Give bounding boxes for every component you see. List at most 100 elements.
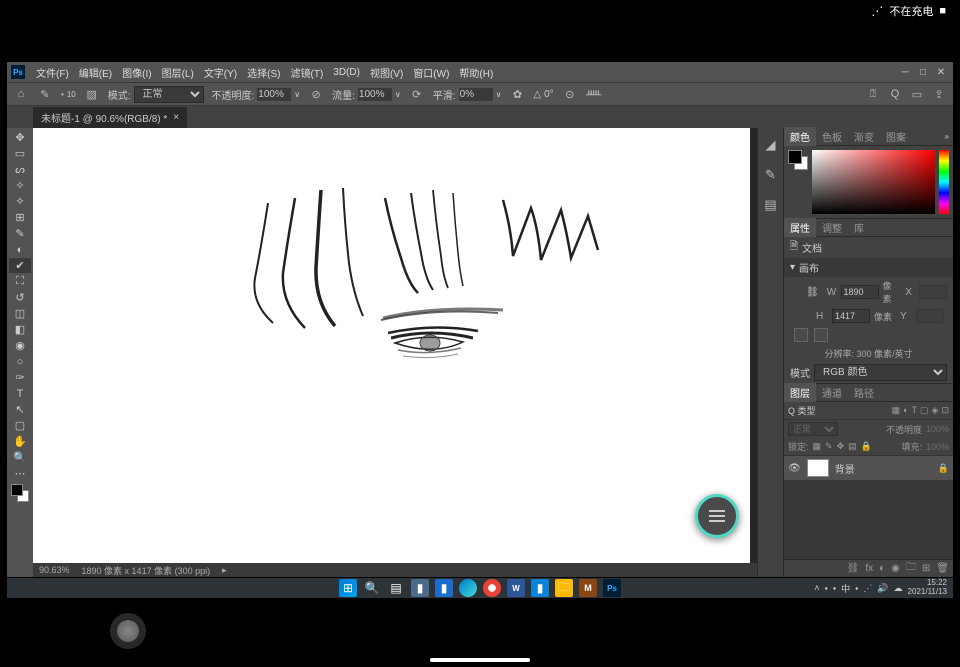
- link-dimensions-icon[interactable]: ⛓: [802, 287, 823, 298]
- assistive-touch-button[interactable]: [110, 613, 146, 649]
- chrome-icon[interactable]: [483, 579, 501, 597]
- status-arrow-icon[interactable]: ▸: [222, 565, 227, 576]
- delete-layer-icon[interactable]: 🗑: [936, 563, 949, 574]
- pen-tool[interactable]: ✑: [9, 370, 31, 385]
- pressure-size-icon[interactable]: ⊙: [562, 86, 578, 102]
- zoom-tool[interactable]: 🔍: [9, 450, 31, 465]
- menu-type[interactable]: 文字(Y): [199, 65, 242, 80]
- tray-icon-1[interactable]: ⬩: [825, 583, 828, 594]
- menu-window[interactable]: 窗口(W): [408, 65, 454, 80]
- panel-collapse-icon[interactable]: »: [945, 132, 953, 141]
- start-button[interactable]: ⊞: [339, 579, 357, 597]
- brush-settings-panel-icon[interactable]: ✎: [762, 166, 780, 184]
- portrait-button[interactable]: [794, 328, 808, 342]
- marquee-tool[interactable]: ▭: [9, 146, 31, 161]
- color-swatches[interactable]: [11, 484, 29, 502]
- flow-input[interactable]: [358, 88, 392, 101]
- visibility-icon[interactable]: 👁: [788, 463, 801, 474]
- history-brush-tool[interactable]: ↺: [9, 290, 31, 305]
- tab-gradients[interactable]: 渐变: [848, 127, 880, 146]
- zoom-level[interactable]: 90.63%: [39, 565, 70, 575]
- minimize-button[interactable]: ─: [897, 65, 913, 79]
- share-icon[interactable]: ⇪: [931, 86, 947, 102]
- tray-chevron-icon[interactable]: ˄: [814, 583, 819, 593]
- smooth-options-icon[interactable]: ✿: [509, 86, 525, 102]
- tab-paths[interactable]: 路径: [848, 383, 880, 402]
- gradient-tool[interactable]: ◧: [9, 322, 31, 337]
- group-icon[interactable]: 🗀: [906, 560, 916, 577]
- menu-view[interactable]: 视图(V): [365, 65, 408, 80]
- color-field[interactable]: [812, 150, 935, 214]
- fill-value[interactable]: 100%: [926, 442, 949, 452]
- filter-toggle-icon[interactable]: ⊡: [941, 405, 949, 416]
- eraser-tool[interactable]: ◫: [9, 306, 31, 321]
- menu-layer[interactable]: 图层(L): [157, 65, 199, 80]
- lock-pixels-icon[interactable]: ✎: [825, 441, 833, 452]
- explorer-icon[interactable]: 🗀: [555, 579, 573, 597]
- workspace-icon[interactable]: ▭: [909, 86, 925, 102]
- frame-tool[interactable]: ⊞: [9, 210, 31, 225]
- tab-layers[interactable]: 图层: [784, 383, 816, 402]
- menu-image[interactable]: 图像(I): [117, 65, 156, 80]
- layer-lock-icon[interactable]: 🔒: [938, 463, 949, 474]
- tab-patterns[interactable]: 图案: [880, 127, 912, 146]
- word-icon[interactable]: W: [507, 579, 525, 597]
- character-panel-icon[interactable]: ▤: [762, 196, 780, 214]
- lock-all-icon[interactable]: 🔒: [861, 441, 872, 452]
- blur-tool[interactable]: ◉: [9, 338, 31, 353]
- taskbar-clock[interactable]: 15:22 2021/11/13: [908, 579, 947, 597]
- document-tab[interactable]: 未标题-1 @ 90.6%(RGB/8) * ×: [33, 107, 187, 128]
- landscape-button[interactable]: [814, 328, 828, 342]
- tab-color[interactable]: 颜色: [784, 127, 816, 146]
- menu-help[interactable]: 帮助(H): [454, 65, 498, 80]
- taskbar-app-1[interactable]: ▮: [411, 579, 429, 597]
- filter-smart-icon[interactable]: ◈: [932, 405, 939, 416]
- task-view-button[interactable]: ▤: [387, 579, 405, 597]
- dodge-tool[interactable]: ○: [9, 354, 31, 369]
- disclosure-triangle-icon[interactable]: ▾: [790, 262, 795, 273]
- eyedropper-tool[interactable]: ✎: [9, 226, 31, 241]
- panel-fg-swatch[interactable]: [788, 150, 802, 164]
- taskbar-photoshop-icon[interactable]: Ps: [603, 579, 621, 597]
- lasso-tool[interactable]: ᔕ: [9, 162, 31, 177]
- wand-tool[interactable]: ✧: [9, 178, 31, 193]
- layer-filter-label[interactable]: Q 类型: [788, 404, 816, 417]
- x-input[interactable]: [919, 285, 947, 299]
- taskbar-app-3[interactable]: ▮: [531, 579, 549, 597]
- opacity-input[interactable]: [257, 88, 291, 101]
- tray-icon-2[interactable]: ⬩: [833, 583, 836, 594]
- tray-volume-icon[interactable]: 🔊: [877, 583, 888, 594]
- edge-icon[interactable]: [459, 579, 477, 597]
- filter-shape-icon[interactable]: ▢: [920, 405, 929, 416]
- filter-type-icon[interactable]: T: [912, 405, 918, 416]
- layer-name[interactable]: 背景: [835, 461, 855, 476]
- taskbar-app-2[interactable]: ▮: [435, 579, 453, 597]
- adjustment-layer-icon[interactable]: ◉: [891, 563, 900, 574]
- lock-transparency-icon[interactable]: ▦: [813, 441, 822, 452]
- tab-libraries[interactable]: 库: [848, 218, 870, 237]
- document-canvas[interactable]: [33, 128, 750, 563]
- tab-properties[interactable]: 属性: [784, 218, 816, 237]
- layer-blend-select[interactable]: 正常: [788, 422, 838, 436]
- y-input[interactable]: [916, 309, 944, 323]
- brush-tool[interactable]: ✔: [9, 258, 31, 273]
- tray-wifi-icon[interactable]: ⋰: [863, 583, 872, 594]
- menu-file[interactable]: 文件(F): [31, 65, 74, 80]
- crop-tool[interactable]: ⟡: [9, 194, 31, 209]
- path-tool[interactable]: ↖: [9, 402, 31, 417]
- fg-color-swatch[interactable]: [11, 484, 23, 496]
- tab-channels[interactable]: 通道: [816, 383, 848, 402]
- menu-filter[interactable]: 滤镜(T): [286, 65, 329, 80]
- tab-swatches[interactable]: 色板: [816, 127, 848, 146]
- cloud-icon[interactable]: Q: [887, 86, 903, 102]
- hue-slider[interactable]: [939, 150, 949, 214]
- home-indicator[interactable]: [430, 658, 530, 662]
- height-input[interactable]: [832, 309, 870, 323]
- search-button[interactable]: 🔍: [363, 579, 381, 597]
- tray-cloud-icon[interactable]: ☁: [894, 583, 903, 594]
- move-tool[interactable]: ✥: [9, 130, 31, 145]
- type-tool[interactable]: T: [9, 386, 31, 401]
- layer-opacity-value[interactable]: 100%: [926, 424, 949, 434]
- layer-fx-icon[interactable]: fx: [865, 563, 873, 574]
- filter-adjust-icon[interactable]: ◐: [903, 405, 908, 416]
